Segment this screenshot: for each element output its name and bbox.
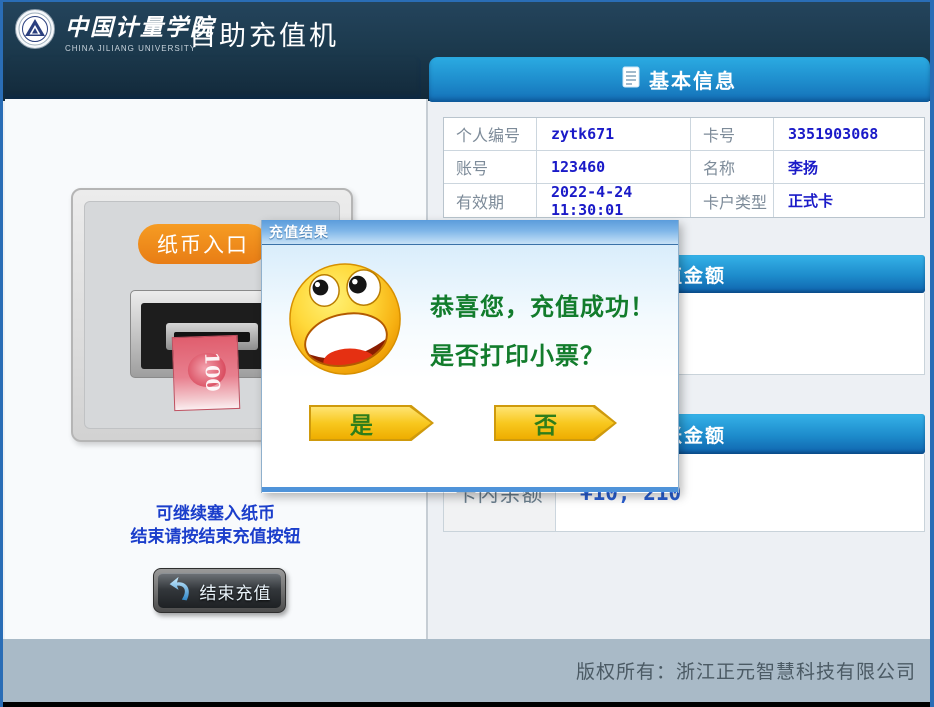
basic-info-header-bar: 基本信息 xyxy=(429,57,930,102)
basic-info-table: 个人编号 zytk671 卡号 3351903068 账号 123460 名称 … xyxy=(443,117,925,218)
end-recharge-label: 结束充值 xyxy=(200,579,272,604)
table-value-personal-id: zytk671 xyxy=(537,118,691,151)
instruction-line-1: 可继续塞入纸币 xyxy=(48,502,383,525)
table-value-validity: 2022-4-24 11:30:01 xyxy=(537,184,691,217)
table-label-validity: 有效期 xyxy=(444,184,537,217)
print-yes-label: 是 xyxy=(311,407,431,439)
banknote-denomination: 100 xyxy=(200,352,223,392)
print-yes-button[interactable]: 是 xyxy=(309,405,434,441)
copyright-footer: 版权所有：浙江正元智慧科技有限公司 xyxy=(3,639,930,702)
table-label-account: 账号 xyxy=(444,151,537,184)
table-value-account: 123460 xyxy=(537,151,691,184)
dialog-bottom-border xyxy=(262,487,678,492)
dialog-title-bar: 充值结果 xyxy=(262,220,678,245)
kiosk-screen: 中国计量学院 CHINA JILIANG UNIVERSITY 自助充值机 基本… xyxy=(0,0,934,707)
table-label-personal-id: 个人编号 xyxy=(444,118,537,151)
smiley-icon xyxy=(287,257,405,388)
dialog-message-line-1: 恭喜您，充值成功！ xyxy=(430,287,670,322)
bottom-bezel xyxy=(3,702,930,707)
table-label-name: 名称 xyxy=(691,151,774,184)
document-icon xyxy=(622,66,640,93)
basic-info-title: 基本信息 xyxy=(649,65,737,94)
table-value-name: 李扬 xyxy=(774,151,924,184)
dialog-message-line-2: 是否打印小票？ xyxy=(430,336,670,371)
left-section-bar xyxy=(5,55,421,99)
dialog-body: 恭喜您，充值成功！ 是否打印小票？ 是 否 xyxy=(262,245,678,487)
print-no-label: 否 xyxy=(496,407,614,439)
page-title: 自助充值机 xyxy=(189,14,339,53)
table-value-card-type: 正式卡 xyxy=(774,184,924,217)
end-recharge-button[interactable]: 结束充值 xyxy=(153,568,286,613)
university-logo-icon xyxy=(15,9,55,49)
banknote-entrance-label: 纸币入口 xyxy=(138,224,268,264)
print-no-button[interactable]: 否 xyxy=(494,405,617,441)
recharge-result-dialog: 充值结果 xyxy=(261,220,679,493)
table-value-card-no: 3351903068 xyxy=(774,118,924,151)
instruction-line-2: 结束请按结束充值按钮 xyxy=(48,525,383,548)
continue-instructions: 可继续塞入纸币 结束请按结束充值按钮 xyxy=(48,502,383,548)
banknote-image: 100 xyxy=(172,335,241,411)
end-recharge-button-face: 结束充值 xyxy=(158,573,281,608)
table-label-card-type: 卡户类型 xyxy=(691,184,774,217)
curved-arrow-icon xyxy=(168,576,194,607)
table-label-card-no: 卡号 xyxy=(691,118,774,151)
